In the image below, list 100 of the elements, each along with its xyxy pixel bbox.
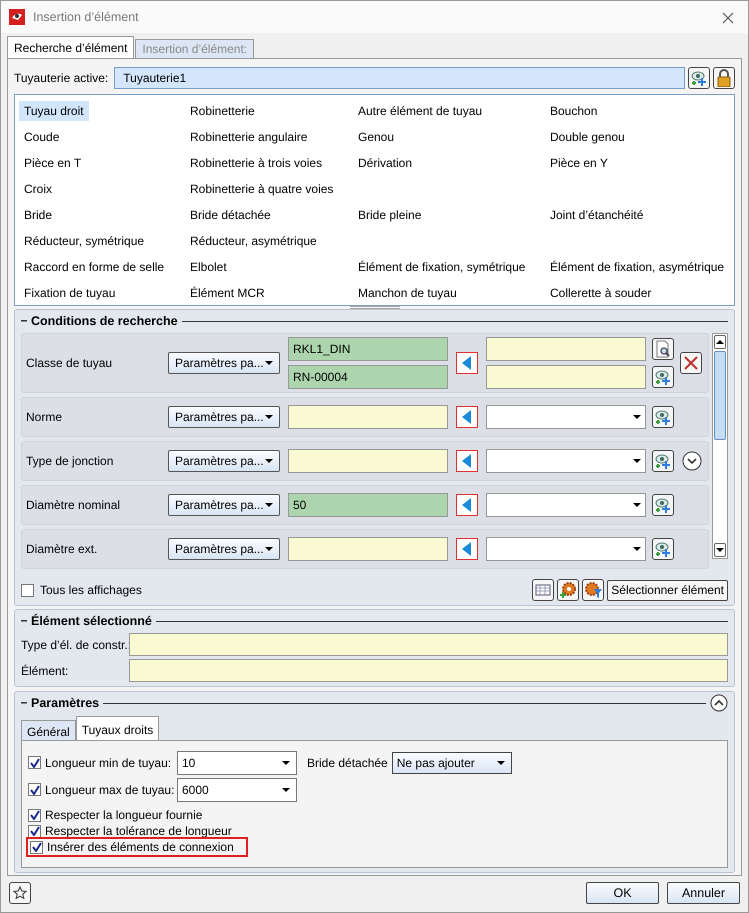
caret-icon — [265, 361, 273, 365]
list-item[interactable]: Bride pleine — [353, 205, 426, 225]
checkbox-label: Respecter la tolérance de longueur — [45, 823, 232, 840]
list-item[interactable]: Pièce en Y — [545, 153, 613, 173]
scroll-down-button[interactable] — [714, 543, 726, 557]
eye-plus-button[interactable] — [652, 366, 674, 388]
expand-icon[interactable] — [682, 451, 702, 471]
checkbox[interactable] — [21, 584, 34, 596]
collapse-icon[interactable] — [710, 694, 728, 712]
list-item[interactable]: Croix — [19, 179, 58, 199]
list-item[interactable]: Raccord en forme de selle — [19, 257, 170, 277]
scroll-thumb[interactable] — [714, 351, 726, 440]
list-item[interactable]: Autre élément de tuyau — [353, 101, 488, 121]
scrollbar[interactable] — [712, 333, 728, 559]
list-item[interactable]: Robinetterie angulaire — [185, 127, 312, 147]
tab[interactable]: Tuyaux droits — [76, 716, 160, 740]
input-field[interactable] — [129, 659, 728, 682]
list-item[interactable]: Robinetterie à quatre voies — [185, 179, 338, 199]
dropdown-field[interactable] — [486, 405, 646, 429]
list-item[interactable]: Elbolet — [185, 257, 232, 277]
table-edit-button[interactable] — [532, 579, 554, 601]
cancel-button[interactable]: Annuler — [667, 882, 740, 904]
list-item[interactable]: Élément de fixation, symétrique — [353, 257, 530, 277]
input-field[interactable] — [129, 633, 728, 656]
caret-icon — [633, 415, 641, 419]
checkbox[interactable] — [30, 840, 43, 854]
list-item[interactable]: Collerette à souder — [545, 283, 656, 303]
input-field[interactable] — [486, 337, 646, 361]
input-field[interactable] — [288, 537, 448, 561]
list-item[interactable]: Coude — [19, 127, 64, 147]
transfer-button[interactable] — [456, 352, 478, 374]
list-item[interactable]: Robinetterie à trois voies — [185, 153, 328, 173]
checkbox[interactable] — [28, 783, 41, 796]
list-item[interactable]: Joint d’étanchéité — [545, 205, 648, 225]
gear-filter-icon — [584, 581, 602, 599]
eye-plus-icon — [690, 69, 708, 87]
list-item[interactable]: Fixation de tuyau — [19, 283, 120, 303]
caret-icon — [282, 760, 290, 764]
eye-plus-button[interactable] — [688, 67, 710, 89]
input-field[interactable] — [288, 449, 448, 473]
list-item[interactable]: Tuyau droit — [19, 101, 89, 121]
eye-plus-button[interactable] — [652, 538, 674, 560]
document-search-button[interactable] — [652, 338, 674, 360]
list-item[interactable]: Robinetterie — [185, 101, 260, 121]
dropdown-field[interactable] — [486, 449, 646, 473]
star-button[interactable] — [9, 882, 31, 904]
dropdown-field[interactable]: Ne pas ajouter — [392, 752, 512, 774]
lock-button[interactable] — [713, 67, 735, 89]
section-title: Élément sélectionné — [31, 612, 152, 630]
list-item[interactable]: Bride — [19, 205, 58, 225]
scroll-up-button[interactable] — [714, 335, 726, 349]
checkbox[interactable] — [28, 824, 41, 838]
transfer-button[interactable] — [456, 406, 478, 428]
dropdown-field[interactable]: 10 — [177, 750, 297, 774]
list-item[interactable]: Pièce en T — [19, 153, 86, 173]
tab[interactable]: Recherche d’élément — [7, 36, 134, 58]
dropdown-field[interactable]: 6000 — [177, 778, 297, 802]
list-item[interactable]: Manchon de tuyau — [353, 283, 462, 303]
input-field[interactable] — [288, 405, 448, 429]
mode-dropdown[interactable]: Paramètres pa... — [168, 494, 280, 516]
transfer-button[interactable] — [456, 450, 478, 472]
splitter-handle[interactable] — [350, 306, 400, 309]
gear-plus-button[interactable] — [557, 579, 580, 601]
dropdown-field[interactable] — [486, 537, 646, 561]
input-field[interactable]: RKL1_DIN — [288, 337, 448, 361]
list-item[interactable]: Dérivation — [353, 153, 418, 173]
input-field[interactable] — [486, 365, 646, 389]
list-item[interactable]: Réducteur, symétrique — [19, 231, 150, 251]
input-field[interactable]: 50 — [288, 493, 448, 517]
ok-button[interactable]: OK — [586, 882, 659, 904]
mode-dropdown[interactable]: Paramètres pa... — [168, 450, 280, 472]
dropdown-field[interactable] — [486, 493, 646, 517]
eye-plus-button[interactable] — [652, 494, 674, 516]
input-field[interactable]: RN-00004 — [288, 365, 448, 389]
field-label: Bride détachée — [307, 754, 388, 772]
checkbox[interactable] — [28, 808, 41, 822]
list-item[interactable]: Bouchon — [545, 101, 602, 121]
list-item[interactable]: Bride détachée — [185, 205, 276, 225]
checkbox[interactable] — [28, 756, 41, 769]
list-item[interactable]: Élément MCR — [185, 283, 270, 303]
arrow-up-icon — [716, 340, 724, 344]
mode-dropdown[interactable]: Paramètres pa... — [168, 538, 280, 560]
caret-icon — [633, 547, 641, 551]
eye-plus-button[interactable] — [652, 406, 674, 428]
gear-filter-button[interactable] — [582, 579, 604, 601]
collapse-dash-icon — [21, 320, 27, 322]
list-item[interactable]: Double genou — [545, 127, 630, 147]
delete-button[interactable] — [680, 352, 702, 374]
caret-icon — [265, 547, 273, 551]
list-item[interactable]: Genou — [353, 127, 400, 147]
transfer-button[interactable] — [456, 494, 478, 516]
input-field[interactable]: Tuyauterie1 — [114, 67, 685, 89]
select-element-button[interactable]: Sélectionner élément — [607, 580, 728, 600]
mode-dropdown[interactable]: Paramètres pa... — [168, 352, 280, 374]
transfer-button[interactable] — [456, 538, 478, 560]
mode-dropdown[interactable]: Paramètres pa... — [168, 406, 280, 428]
eye-plus-button[interactable] — [652, 450, 674, 472]
list-item[interactable]: Réducteur, asymétrique — [185, 231, 322, 251]
tab[interactable]: Général — [21, 720, 76, 740]
list-item[interactable]: Élément de fixation, asymétrique — [545, 257, 730, 277]
